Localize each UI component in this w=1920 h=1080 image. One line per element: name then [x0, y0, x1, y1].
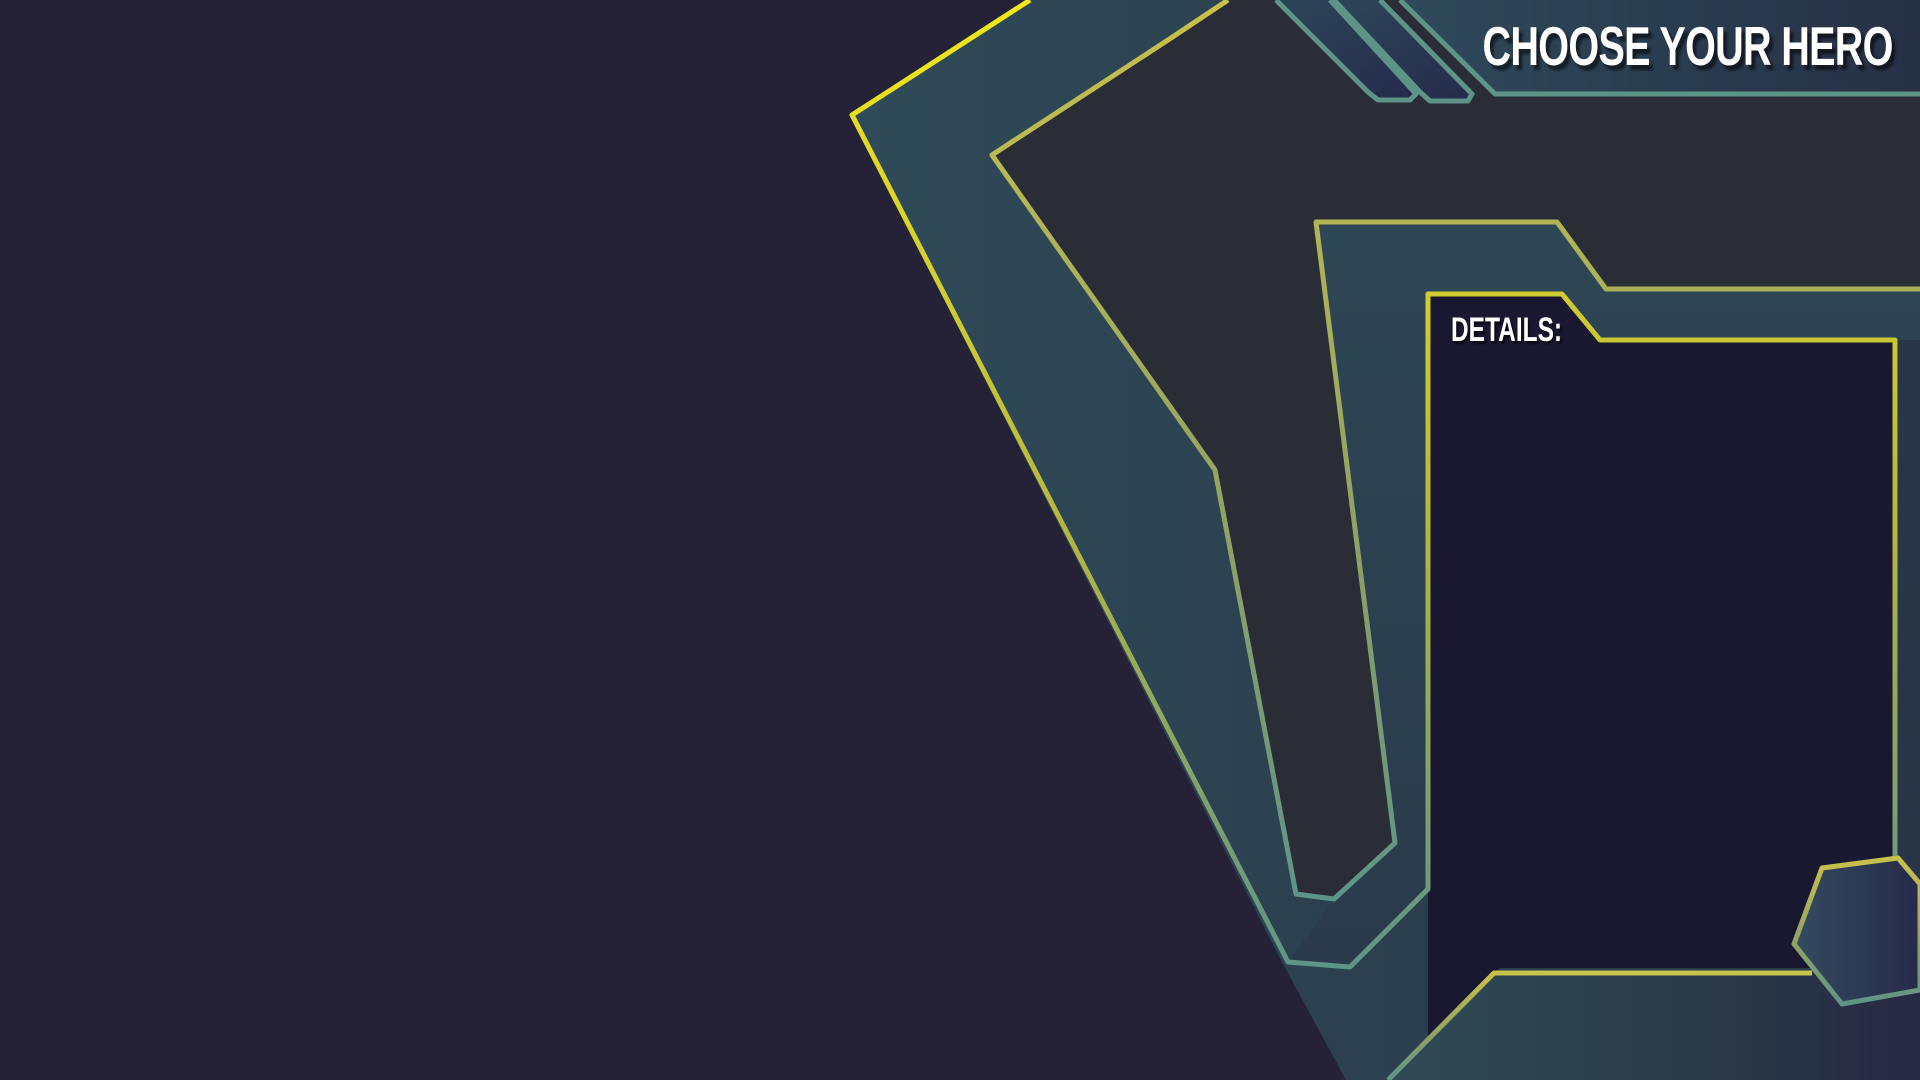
details-heading: DETAILS:	[1451, 311, 1563, 349]
screen-title: CHOOSE YOUR HERO	[1482, 15, 1894, 77]
hud-frame	[849, 0, 1920, 1080]
hero-select-screen: CHOOSE YOUR HERO DETAILS:	[0, 0, 1920, 1080]
